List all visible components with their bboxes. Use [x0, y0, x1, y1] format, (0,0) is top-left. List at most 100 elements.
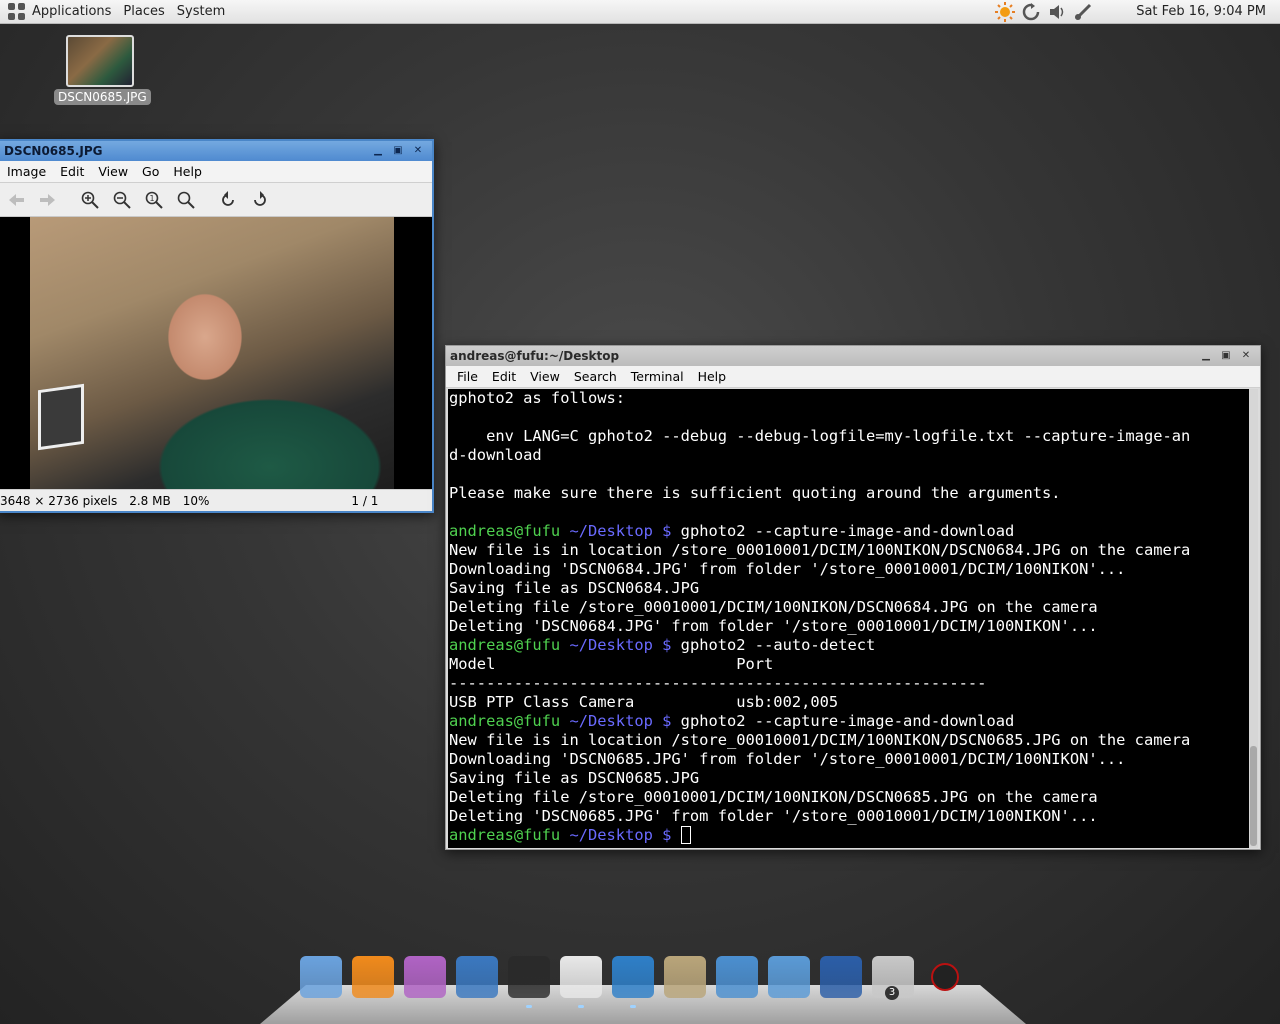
- terminal-line: Deleting file /store_00010001/DCIM/100NI…: [449, 788, 1098, 806]
- system-monitor-icon[interactable]: [818, 954, 864, 1000]
- command-text: gphoto2 --capture-image-and-download: [680, 522, 1015, 540]
- viewer-menu-view[interactable]: View: [91, 164, 135, 179]
- terminal-line: Deleting 'DSCN0684.JPG' from folder '/st…: [449, 617, 1098, 635]
- trash-icon[interactable]: 3: [870, 954, 916, 1000]
- documents-folder-icon[interactable]: [766, 954, 812, 1000]
- svg-text:1: 1: [150, 194, 155, 203]
- weather-icon[interactable]: [994, 1, 1016, 23]
- network-icon[interactable]: [1072, 1, 1094, 23]
- blender-icon[interactable]: [610, 954, 656, 1008]
- zoom-normal-icon[interactable]: 1: [140, 186, 168, 214]
- rotate-right-icon[interactable]: [246, 186, 274, 214]
- vlc-icon[interactable]: [350, 954, 396, 1000]
- terminal-menu-terminal[interactable]: Terminal: [624, 369, 691, 384]
- desktop-file-icon[interactable]: DSCN0685.JPG: [54, 35, 151, 105]
- home-folder-icon-shape: [716, 956, 758, 998]
- terminal-line: andreas@fufu ~/Desktop $ gphoto2 --captu…: [449, 712, 1250, 731]
- viewer-titlebar[interactable]: DSCN0685.JPG ▁ ▣ ✕: [0, 141, 432, 161]
- clock[interactable]: Sat Feb 16, 9:04 PM: [1136, 4, 1266, 19]
- scrollbar-thumb[interactable]: [1250, 746, 1257, 846]
- viewer-menu-edit[interactable]: Edit: [53, 164, 91, 179]
- viewer-menu-help[interactable]: Help: [166, 164, 209, 179]
- viewer-toolbar: 1: [0, 183, 432, 217]
- terminal-line: d-download: [449, 446, 542, 464]
- minimize-button[interactable]: ▁: [1198, 349, 1214, 363]
- photo-window-detail: [38, 383, 84, 451]
- minimize-button[interactable]: ▁: [370, 144, 386, 158]
- terminal-line: New file is in location /store_00010001/…: [449, 731, 1191, 749]
- close-button[interactable]: ✕: [410, 144, 426, 158]
- terminal-line: Saving file as DSCN0684.JPG: [449, 579, 700, 597]
- terminal-line: Deleting 'DSCN0685.JPG' from folder '/st…: [449, 807, 1098, 825]
- rotate-left-icon[interactable]: [214, 186, 242, 214]
- terminal-menu-file[interactable]: File: [450, 369, 485, 384]
- terminal-line: USB PTP Class Camera usb:002,005: [449, 693, 839, 711]
- viewer-menu-image[interactable]: Image: [0, 164, 53, 179]
- pidgin-icon[interactable]: [402, 954, 448, 1000]
- dock-settings-icon-shape: [931, 963, 959, 991]
- command-text: gphoto2 --auto-detect: [680, 636, 876, 654]
- prompt-path: ~/Desktop $: [560, 636, 681, 654]
- chromium-icon[interactable]: [298, 954, 344, 1000]
- panel-menu: Applications Places System: [26, 0, 231, 24]
- dock: 3: [298, 954, 968, 1008]
- back-icon[interactable]: [2, 186, 30, 214]
- volume-icon[interactable]: [1046, 1, 1068, 23]
- prompt-path: ~/Desktop $: [560, 522, 681, 540]
- documents-folder-icon-shape: [768, 956, 810, 998]
- prompt-user: andreas@fufu: [449, 712, 561, 730]
- terminal-menu-search[interactable]: Search: [567, 369, 624, 384]
- close-button[interactable]: ✕: [1238, 349, 1254, 363]
- photo: [30, 217, 394, 491]
- viewer-menu-go[interactable]: Go: [135, 164, 166, 179]
- vlc-icon-shape: [352, 956, 394, 998]
- pidgin-icon-shape: [404, 956, 446, 998]
- panel-menu-system[interactable]: System: [171, 0, 231, 24]
- terminal-line: Downloading 'DSCN0685.JPG' from folder '…: [449, 750, 1126, 768]
- zoom-fit-icon[interactable]: [172, 186, 200, 214]
- text-editor-icon[interactable]: [454, 954, 500, 1000]
- forward-icon[interactable]: [34, 186, 62, 214]
- zoom-in-icon[interactable]: [76, 186, 104, 214]
- viewer-statusbar: 3648 × 2736 pixels 2.8 MB 10% 1 / 1: [0, 489, 432, 511]
- image-display[interactable]: [0, 217, 432, 491]
- terminal-output[interactable]: gphoto2 as follows: env LANG=C gphoto2 -…: [448, 389, 1250, 848]
- terminal-line: andreas@fufu ~/Desktop $: [449, 826, 1250, 845]
- maximize-button[interactable]: ▣: [390, 144, 406, 158]
- terminal-icon-shape: [508, 956, 550, 998]
- image-viewer-window: DSCN0685.JPG ▁ ▣ ✕ Image Edit View Go Help 1…: [0, 139, 434, 513]
- running-indicator: [578, 1005, 584, 1008]
- image-filesize: 2.8 MB: [129, 493, 171, 508]
- zoom-out-icon[interactable]: [108, 186, 136, 214]
- text-editor-icon-shape: [456, 956, 498, 998]
- terminal-line: gphoto2 as follows:: [449, 389, 626, 407]
- panel-menu-places[interactable]: Places: [117, 0, 170, 24]
- image-position: 1 / 1: [351, 493, 379, 508]
- update-icon[interactable]: [1020, 1, 1042, 23]
- running-indicator: [526, 1005, 532, 1008]
- terminal-line: Downloading 'DSCN0684.JPG' from folder '…: [449, 560, 1126, 578]
- terminal-menu-edit[interactable]: Edit: [485, 369, 523, 384]
- terminal-menu-view[interactable]: View: [523, 369, 567, 384]
- image-viewer-icon[interactable]: [558, 954, 604, 1008]
- dock-settings-icon[interactable]: [922, 954, 968, 1000]
- maximize-button[interactable]: ▣: [1218, 349, 1234, 363]
- image-viewer-icon-shape: [560, 956, 602, 998]
- home-folder-icon[interactable]: [714, 954, 760, 1000]
- prompt-user: andreas@fufu: [449, 826, 561, 844]
- terminal-titlebar[interactable]: andreas@fufu:~/Desktop ▁ ▣ ✕: [446, 346, 1260, 366]
- applications-icon[interactable]: [8, 2, 26, 21]
- terminal-icon[interactable]: [506, 954, 552, 1008]
- gimp-icon[interactable]: [662, 954, 708, 1000]
- panel-menu-applications[interactable]: Applications: [26, 0, 117, 24]
- terminal-menu-help[interactable]: Help: [691, 369, 734, 384]
- terminal-line: Please make sure there is sufficient quo…: [449, 484, 1061, 502]
- image-thumbnail-icon: [66, 35, 134, 87]
- command-text: gphoto2 --capture-image-and-download: [680, 712, 1015, 730]
- terminal-line: env LANG=C gphoto2 --debug --debug-logfi…: [449, 427, 1191, 445]
- prompt-user: andreas@fufu: [449, 636, 561, 654]
- terminal-scrollbar[interactable]: [1249, 389, 1258, 848]
- viewer-menubar: Image Edit View Go Help: [0, 161, 432, 183]
